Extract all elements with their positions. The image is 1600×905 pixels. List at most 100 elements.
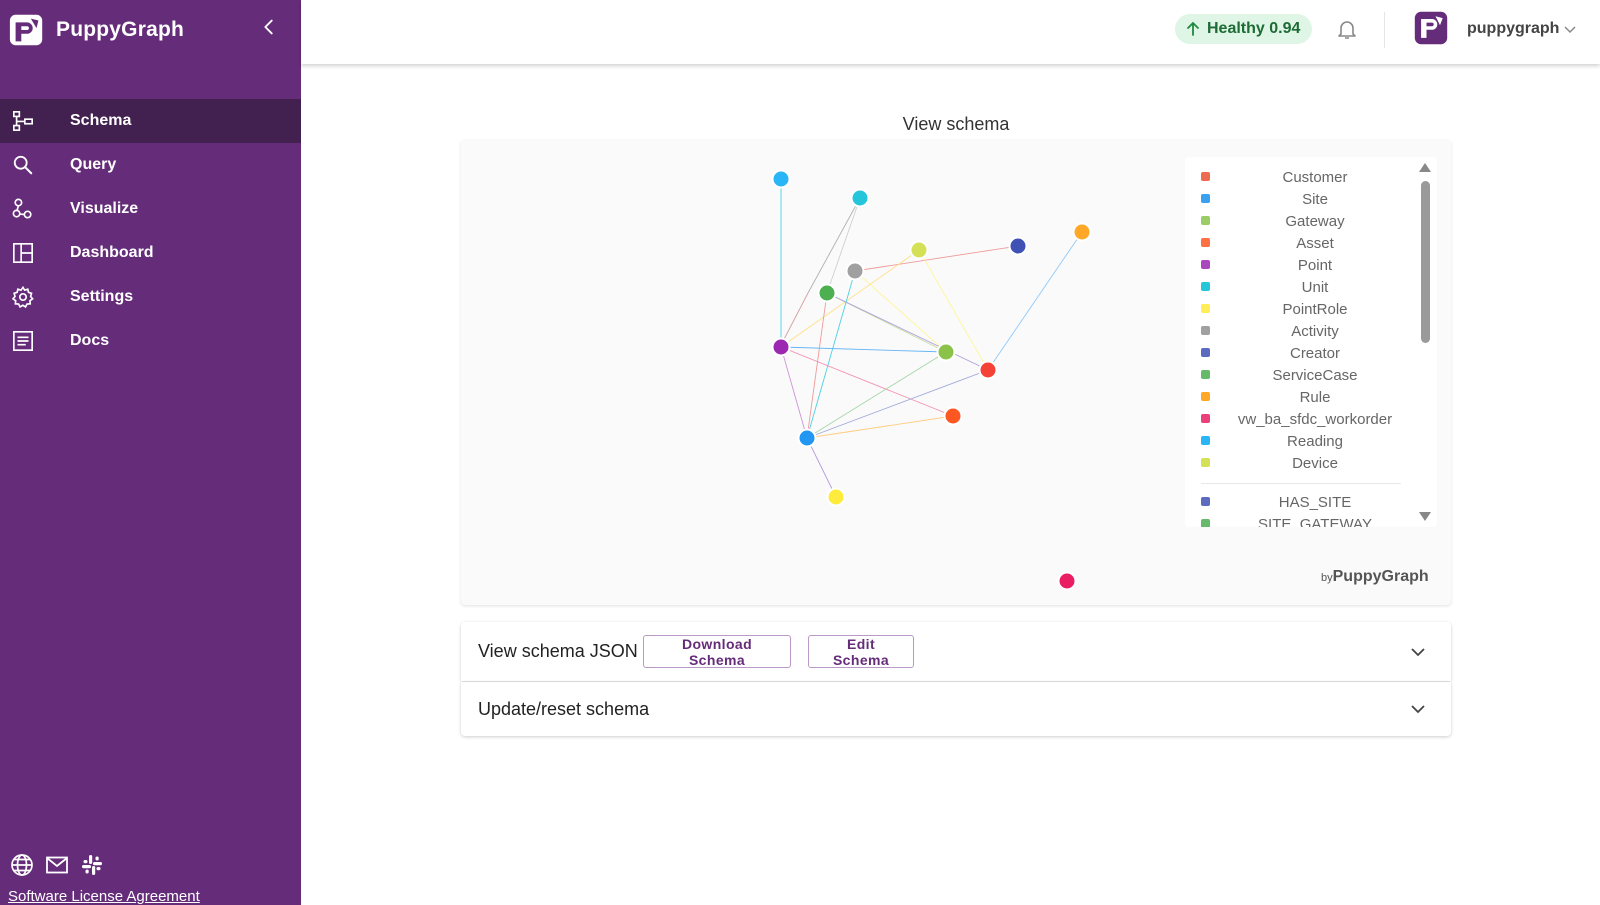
chevron-down-icon[interactable] xyxy=(1409,700,1427,718)
legend-label: Site xyxy=(1302,191,1328,208)
sidebar-item-visualize[interactable]: Visualize xyxy=(0,187,301,231)
visualize-icon xyxy=(12,198,32,219)
legend-item[interactable]: Asset xyxy=(1185,233,1415,255)
graph-edge xyxy=(826,292,989,371)
graph-edge xyxy=(987,231,1083,371)
legend-swatch xyxy=(1201,260,1210,269)
legend-scrollbar[interactable] xyxy=(1417,163,1433,521)
legend-swatch xyxy=(1201,392,1210,401)
sidebar-item-label: Docs xyxy=(70,332,110,349)
graph-node[interactable] xyxy=(850,188,870,208)
graph-node[interactable] xyxy=(797,428,817,448)
legend-item[interactable]: Rule xyxy=(1185,387,1415,409)
legend-label: Activity xyxy=(1291,323,1339,340)
sidebar-item-dashboard[interactable]: Dashboard xyxy=(0,231,301,275)
accordion-view-schema-json[interactable]: View schema JSON Download Schema Edit Sc… xyxy=(461,622,1451,681)
graph-node[interactable] xyxy=(936,342,956,362)
sidebar-footer-icons xyxy=(10,853,104,877)
legend-swatch xyxy=(1201,458,1210,467)
legend-label: Device xyxy=(1292,455,1338,472)
graph-nodes xyxy=(771,169,1092,591)
sidebar-item-label: Query xyxy=(70,156,117,173)
sidebar-item-label: Settings xyxy=(70,288,134,305)
graph-node[interactable] xyxy=(1008,236,1028,256)
mail-icon[interactable] xyxy=(45,853,69,877)
legend-item[interactable]: Customer xyxy=(1185,167,1415,189)
sidebar-item-schema[interactable]: Schema xyxy=(0,99,301,143)
schema-graph-card: Customer Site Gateway Asset Point Unit PointRo… xyxy=(461,140,1451,605)
graph-node[interactable] xyxy=(771,169,791,189)
chevron-down-icon[interactable] xyxy=(1409,643,1427,661)
license-link[interactable]: Software License Agreement xyxy=(8,888,200,905)
legend-item[interactable]: Reading xyxy=(1185,431,1415,453)
graph-edges xyxy=(779,179,1083,498)
legend-swatch xyxy=(1201,282,1210,291)
legend-item[interactable]: Creator xyxy=(1185,343,1415,365)
accordion-update-reset-schema[interactable]: Update/reset schema xyxy=(461,682,1451,736)
legend-label: Asset xyxy=(1296,235,1334,252)
legend-item[interactable]: Point xyxy=(1185,255,1415,277)
slack-icon[interactable] xyxy=(80,853,104,877)
graph-node[interactable] xyxy=(909,240,929,260)
legend-item[interactable]: Device xyxy=(1185,453,1415,475)
legend-item[interactable]: SITE_GATEWAY xyxy=(1185,514,1415,527)
scroll-thumb[interactable] xyxy=(1421,181,1430,343)
health-status: Healthy 0.94 xyxy=(1207,20,1301,37)
page-title: View schema xyxy=(902,114,1010,134)
accordion-title: View schema JSON xyxy=(478,641,638,661)
graph-node[interactable] xyxy=(771,337,791,357)
legend-swatch xyxy=(1201,414,1210,423)
watermark-brand: PuppyGraph xyxy=(1332,568,1429,585)
legend-item[interactable]: HAS_SITE xyxy=(1185,492,1415,514)
graph-edge xyxy=(854,245,1019,272)
scroll-up-icon[interactable] xyxy=(1419,163,1431,172)
sidebar-item-docs[interactable]: Docs xyxy=(0,319,301,363)
health-badge[interactable]: Healthy 0.94 xyxy=(1175,14,1313,44)
legend-swatch xyxy=(1201,216,1210,225)
legend-swatch xyxy=(1201,348,1210,357)
legend-label: PointRole xyxy=(1282,301,1348,318)
avatar[interactable] xyxy=(1413,10,1449,46)
edit-schema-button[interactable]: Edit Schema xyxy=(808,635,914,668)
legend-separator xyxy=(1201,483,1401,484)
bell-icon[interactable] xyxy=(1335,17,1359,41)
legend-label: Creator xyxy=(1289,345,1341,362)
legend-label: Customer xyxy=(1282,169,1348,186)
graph-edge xyxy=(780,346,808,439)
legend-item[interactable]: vw_ba_sfdc_workorder xyxy=(1185,409,1415,431)
legend-item[interactable]: ServiceCase xyxy=(1185,365,1415,387)
legend-label: Gateway xyxy=(1285,213,1345,230)
graph-node[interactable] xyxy=(943,406,963,426)
globe-icon[interactable] xyxy=(10,853,34,877)
sidebar-item-query[interactable]: Query xyxy=(0,143,301,187)
user-name[interactable]: puppygraph xyxy=(1467,20,1559,38)
legend-label: HAS_SITE xyxy=(1278,494,1352,511)
legend-item[interactable]: Unit xyxy=(1185,277,1415,299)
puppygraph-logo-icon xyxy=(9,14,43,46)
legend-item[interactable]: Activity xyxy=(1185,321,1415,343)
legend-item[interactable]: PointRole xyxy=(1185,299,1415,321)
scroll-down-icon[interactable] xyxy=(1419,512,1431,521)
brand[interactable]: PuppyGraph xyxy=(8,10,184,50)
download-schema-button[interactable]: Download Schema xyxy=(643,635,791,668)
legend-item[interactable]: Site xyxy=(1185,189,1415,211)
legend-swatch xyxy=(1201,497,1210,506)
graph-node[interactable] xyxy=(826,487,846,507)
graph-node[interactable] xyxy=(1057,571,1077,591)
collapse-sidebar-icon[interactable] xyxy=(258,16,280,38)
legend-label: vw_ba_sfdc_workorder xyxy=(1237,411,1393,428)
graph-node[interactable] xyxy=(1072,222,1092,242)
legend-item[interactable]: Gateway xyxy=(1185,211,1415,233)
sidebar-item-settings[interactable]: Settings xyxy=(0,275,301,319)
sidebar-nav: Schema Query Visualize Dashboard Setting… xyxy=(0,99,301,363)
legend-swatch xyxy=(1201,194,1210,203)
chevron-down-icon[interactable] xyxy=(1563,22,1577,36)
graph-node[interactable] xyxy=(845,261,865,281)
legend-swatch xyxy=(1201,172,1210,181)
app-name: PuppyGraph xyxy=(56,18,185,41)
legend-label: SITE_GATEWAY xyxy=(1258,516,1372,527)
graph-node[interactable] xyxy=(978,360,998,380)
legend-swatch xyxy=(1201,326,1210,335)
legend-swatch xyxy=(1201,304,1210,313)
graph-node[interactable] xyxy=(817,283,837,303)
